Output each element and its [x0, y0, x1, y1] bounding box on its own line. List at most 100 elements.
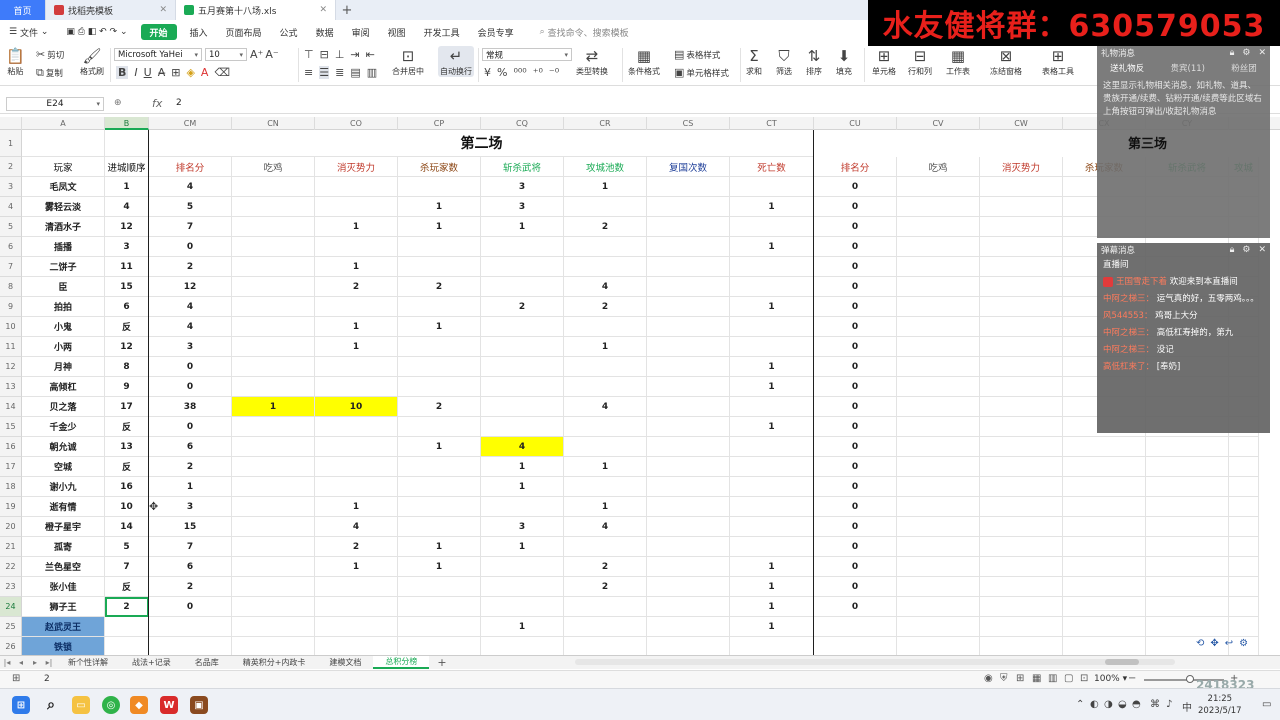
cell[interactable]	[232, 257, 315, 277]
cell[interactable]	[564, 357, 647, 377]
cell[interactable]	[232, 197, 315, 217]
cell[interactable]: 3	[149, 497, 232, 517]
cell[interactable]: 0	[149, 357, 232, 377]
cell[interactable]	[980, 597, 1063, 617]
cell[interactable]	[481, 497, 564, 517]
player-name-cell[interactable]: 插播	[22, 237, 105, 257]
cell[interactable]: 14	[105, 517, 149, 537]
cell[interactable]	[232, 377, 315, 397]
sheet-tab[interactable]: 新个性详解	[56, 657, 120, 668]
cell[interactable]: 4	[564, 397, 647, 417]
justify-icon[interactable]: ▤	[350, 66, 360, 79]
player-name-cell[interactable]: 贝之落	[22, 397, 105, 417]
cell[interactable]	[730, 177, 814, 197]
cell[interactable]	[398, 417, 481, 437]
cell[interactable]	[315, 577, 398, 597]
cell[interactable]	[980, 257, 1063, 277]
row-header[interactable]: 1	[0, 130, 22, 157]
cell[interactable]: 1	[730, 237, 814, 257]
increase-decimal-icon[interactable]: ⁺⁰	[533, 66, 543, 79]
cell[interactable]: 12	[105, 337, 149, 357]
cell[interactable]	[232, 537, 315, 557]
cell[interactable]	[481, 557, 564, 577]
cell[interactable]	[1229, 477, 1259, 497]
cell[interactable]	[647, 517, 730, 537]
type-convert-button[interactable]: ⇄ 类型转换	[576, 46, 608, 77]
distribute-icon[interactable]: ▥	[367, 66, 377, 79]
cell[interactable]	[897, 497, 980, 517]
cell[interactable]	[980, 617, 1063, 637]
column-header[interactable]: CP	[398, 117, 481, 130]
cell[interactable]	[647, 617, 730, 637]
search-icon[interactable]: ⌕	[42, 696, 60, 714]
cell[interactable]: 1	[730, 197, 814, 217]
cell[interactable]: 3	[481, 517, 564, 537]
cell[interactable]: 1	[730, 617, 814, 637]
player-name-cell[interactable]: 谢小九	[22, 477, 105, 497]
row-header[interactable]: 7	[0, 257, 22, 277]
eye-icon[interactable]: ◉	[984, 673, 993, 684]
barrage-user[interactable]: 风544553：	[1103, 311, 1152, 321]
cell[interactable]	[897, 437, 980, 457]
horizontal-scrollbar[interactable]	[575, 659, 1175, 665]
cell[interactable]	[1146, 617, 1229, 637]
cell[interactable]: 2	[481, 297, 564, 317]
cell[interactable]	[647, 357, 730, 377]
cell[interactable]	[398, 177, 481, 197]
cell[interactable]	[647, 297, 730, 317]
cell[interactable]	[1063, 637, 1146, 655]
cell[interactable]: 4	[149, 317, 232, 337]
cell[interactable]	[814, 637, 897, 655]
outdent-icon[interactable]: ⇤	[366, 48, 375, 61]
cell[interactable]	[897, 277, 980, 297]
cell-button[interactable]: ⊞ 单元格	[872, 46, 896, 77]
cell[interactable]: 2	[149, 577, 232, 597]
player-name-cell[interactable]: 兰色星空	[22, 557, 105, 577]
player-name-cell[interactable]: 臣	[22, 277, 105, 297]
column-header[interactable]: CU	[814, 117, 897, 130]
cell[interactable]	[564, 477, 647, 497]
cell[interactable]: 10	[315, 397, 398, 417]
cell[interactable]	[730, 457, 814, 477]
cell[interactable]: 1	[564, 177, 647, 197]
cell[interactable]	[315, 237, 398, 257]
gift-tab[interactable]: 贵宾(11)	[1171, 62, 1205, 74]
cell[interactable]	[897, 577, 980, 597]
cell[interactable]: 0	[814, 197, 897, 217]
cell[interactable]: 6	[105, 297, 149, 317]
row-header[interactable]: 19	[0, 497, 22, 517]
sheet-tab[interactable]: 精英积分+内政卡	[231, 657, 318, 668]
row-header[interactable]: 14	[0, 397, 22, 417]
cell[interactable]	[897, 357, 980, 377]
barrage-user[interactable]: 中阿之梯三：	[1103, 345, 1154, 355]
cell[interactable]	[1063, 497, 1146, 517]
column-header[interactable]: CN	[232, 117, 315, 130]
cell[interactable]: 7	[149, 217, 232, 237]
network-icon[interactable]: ⌘	[1150, 699, 1160, 710]
undo-icon[interactable]: ↩	[1225, 638, 1233, 649]
cell[interactable]	[897, 617, 980, 637]
normal-view-icon[interactable]: ▦	[1032, 673, 1041, 684]
tray-app-icon[interactable]: ◓	[1132, 699, 1141, 710]
column-header[interactable]: CQ	[481, 117, 564, 130]
sum-button[interactable]: Σ 求和	[746, 46, 762, 77]
column-title-cell[interactable]: 吃鸡	[232, 157, 315, 177]
cell[interactable]	[481, 337, 564, 357]
column-title-cell[interactable]: 吃鸡	[897, 157, 980, 177]
cell[interactable]	[730, 397, 814, 417]
cell[interactable]	[897, 377, 980, 397]
column-title-cell[interactable]: 排名分	[149, 157, 232, 177]
cell[interactable]	[564, 617, 647, 637]
cell[interactable]: 1	[315, 257, 398, 277]
barrage-user[interactable]: 中阿之梯三：	[1103, 328, 1154, 338]
formula-input[interactable]: 2	[176, 98, 182, 108]
cell[interactable]	[980, 357, 1063, 377]
cell[interactable]	[1146, 557, 1229, 577]
cell[interactable]	[315, 297, 398, 317]
cell[interactable]: 1	[564, 497, 647, 517]
cell[interactable]	[398, 477, 481, 497]
shield-icon[interactable]: ⛨	[1000, 673, 1008, 684]
cell[interactable]: 0	[814, 437, 897, 457]
wrap-text-button[interactable]: ↵ 自动换行	[438, 46, 474, 77]
cell[interactable]: 1	[105, 177, 149, 197]
